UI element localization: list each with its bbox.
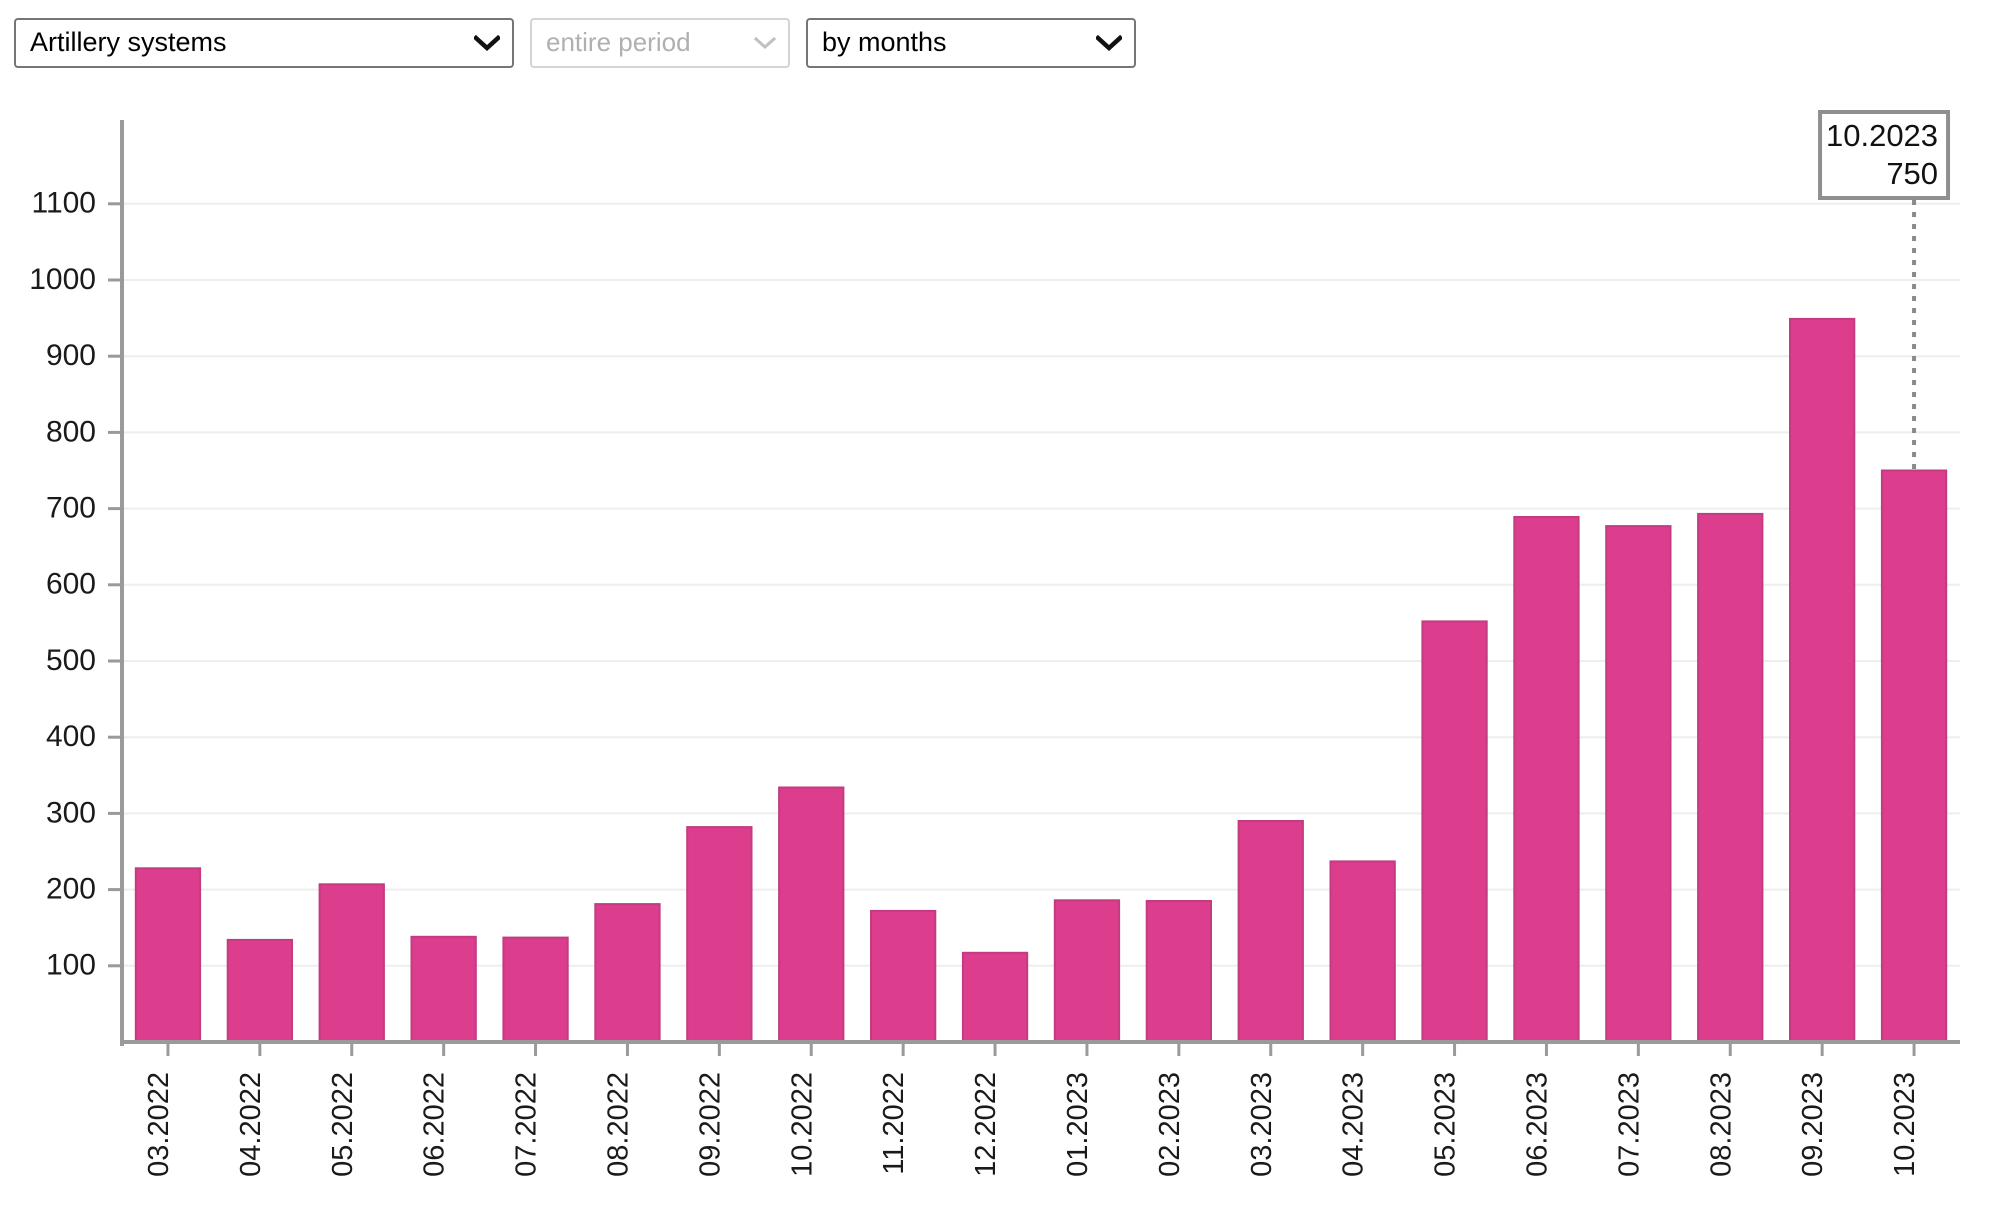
y-axis-tick-label: 1100 [31, 187, 96, 220]
bar[interactable] [778, 786, 845, 1043]
bar[interactable] [1605, 525, 1672, 1044]
indicator-select[interactable]: Artillery systems [14, 18, 514, 68]
x-axis-tick-label: 12.2022 [970, 1072, 1002, 1177]
x-axis-tick-label: 03.2022 [143, 1072, 175, 1177]
period-select-value: entire period [546, 27, 691, 57]
x-axis-tick-label: 06.2022 [419, 1072, 451, 1177]
x-axis-tick-label: 11.2022 [878, 1072, 910, 1175]
y-axis: 100 200 300 400 500 600 700 800 900 1000 1100 [29, 120, 124, 1046]
y-axis-tick-label: 1000 [29, 263, 96, 296]
bar[interactable] [1789, 317, 1856, 1043]
x-axis-tick-label: 06.2023 [1521, 1072, 1553, 1177]
grid-lines [122, 202, 1960, 967]
granularity-select[interactable]: by months [806, 18, 1136, 68]
bar-chart: 100 200 300 400 500 600 700 800 900 1000 1100 03.2… [0, 80, 2000, 1213]
x-axis-tick-label: 05.2023 [1430, 1072, 1462, 1177]
bar[interactable] [1421, 620, 1488, 1044]
y-axis-tick-label: 500 [46, 644, 96, 677]
x-axis-tick-label: 04.2023 [1338, 1072, 1370, 1177]
granularity-select-value: by months [822, 26, 947, 57]
x-axis-tick-label: 10.2022 [786, 1072, 818, 1177]
x-axis-tick-label: 08.2022 [602, 1072, 634, 1177]
tooltip-value: 750 [1886, 156, 1938, 191]
y-axis-tick-label: 200 [46, 873, 96, 906]
x-axis-tick-label: 07.2023 [1613, 1072, 1645, 1177]
x-axis-tick-label: 01.2023 [1062, 1072, 1094, 1177]
bar[interactable] [226, 938, 293, 1044]
x-axis-tick-label: 08.2023 [1705, 1072, 1737, 1177]
bar[interactable] [961, 951, 1029, 1043]
bar[interactable] [1145, 900, 1212, 1043]
bar[interactable] [410, 935, 477, 1043]
bar[interactable] [1880, 469, 1948, 1043]
x-axis-tick-label: 02.2023 [1154, 1072, 1186, 1177]
chevron-down-icon [1096, 35, 1122, 51]
bar[interactable] [1237, 820, 1304, 1043]
bar[interactable] [1513, 516, 1580, 1043]
bar[interactable] [686, 826, 753, 1043]
bar[interactable] [594, 903, 661, 1043]
y-axis-tick-label: 600 [46, 568, 96, 601]
indicator-select-value: Artillery systems [30, 26, 227, 57]
chevron-down-icon [474, 35, 500, 51]
x-axis-tick-label: 09.2022 [694, 1072, 726, 1177]
x-axis: 03.2022 04.2022 05.2022 06.2022 07.2022 08.20… [122, 1040, 1960, 1177]
bar[interactable] [1329, 860, 1396, 1044]
chevron-down-icon [754, 36, 776, 50]
y-axis-tick-label: 400 [46, 720, 96, 753]
period-select[interactable]: entire period [530, 18, 790, 68]
y-axis-tick-label: 300 [46, 796, 96, 829]
y-axis-tick-label: 700 [46, 492, 96, 525]
x-axis-tick-label: 10.2023 [1889, 1072, 1921, 1177]
bar[interactable] [502, 936, 569, 1043]
bar[interactable] [134, 867, 202, 1043]
y-axis-tick-label: 800 [46, 415, 96, 448]
bar[interactable] [1697, 512, 1764, 1043]
tooltip-label: 10.2023 [1826, 118, 1938, 153]
bar[interactable] [870, 909, 937, 1044]
x-axis-tick-label: 09.2023 [1797, 1072, 1829, 1177]
y-axis-tick-label: 900 [46, 339, 96, 372]
bars-group [134, 317, 1948, 1044]
filter-toolbar: Artillery systems entire period by month… [14, 18, 1136, 68]
x-axis-tick-label: 07.2022 [511, 1072, 543, 1177]
x-axis-tick-label: 04.2022 [235, 1072, 267, 1177]
bar[interactable] [1053, 899, 1121, 1043]
x-axis-tick-label: 03.2023 [1246, 1072, 1278, 1177]
chart-canvas: 100 200 300 400 500 600 700 800 900 1000 1100 03.2… [29, 110, 1960, 1177]
bar[interactable] [318, 883, 385, 1043]
x-axis-tick-label: 05.2022 [327, 1072, 359, 1177]
y-axis-tick-label: 100 [46, 949, 96, 982]
